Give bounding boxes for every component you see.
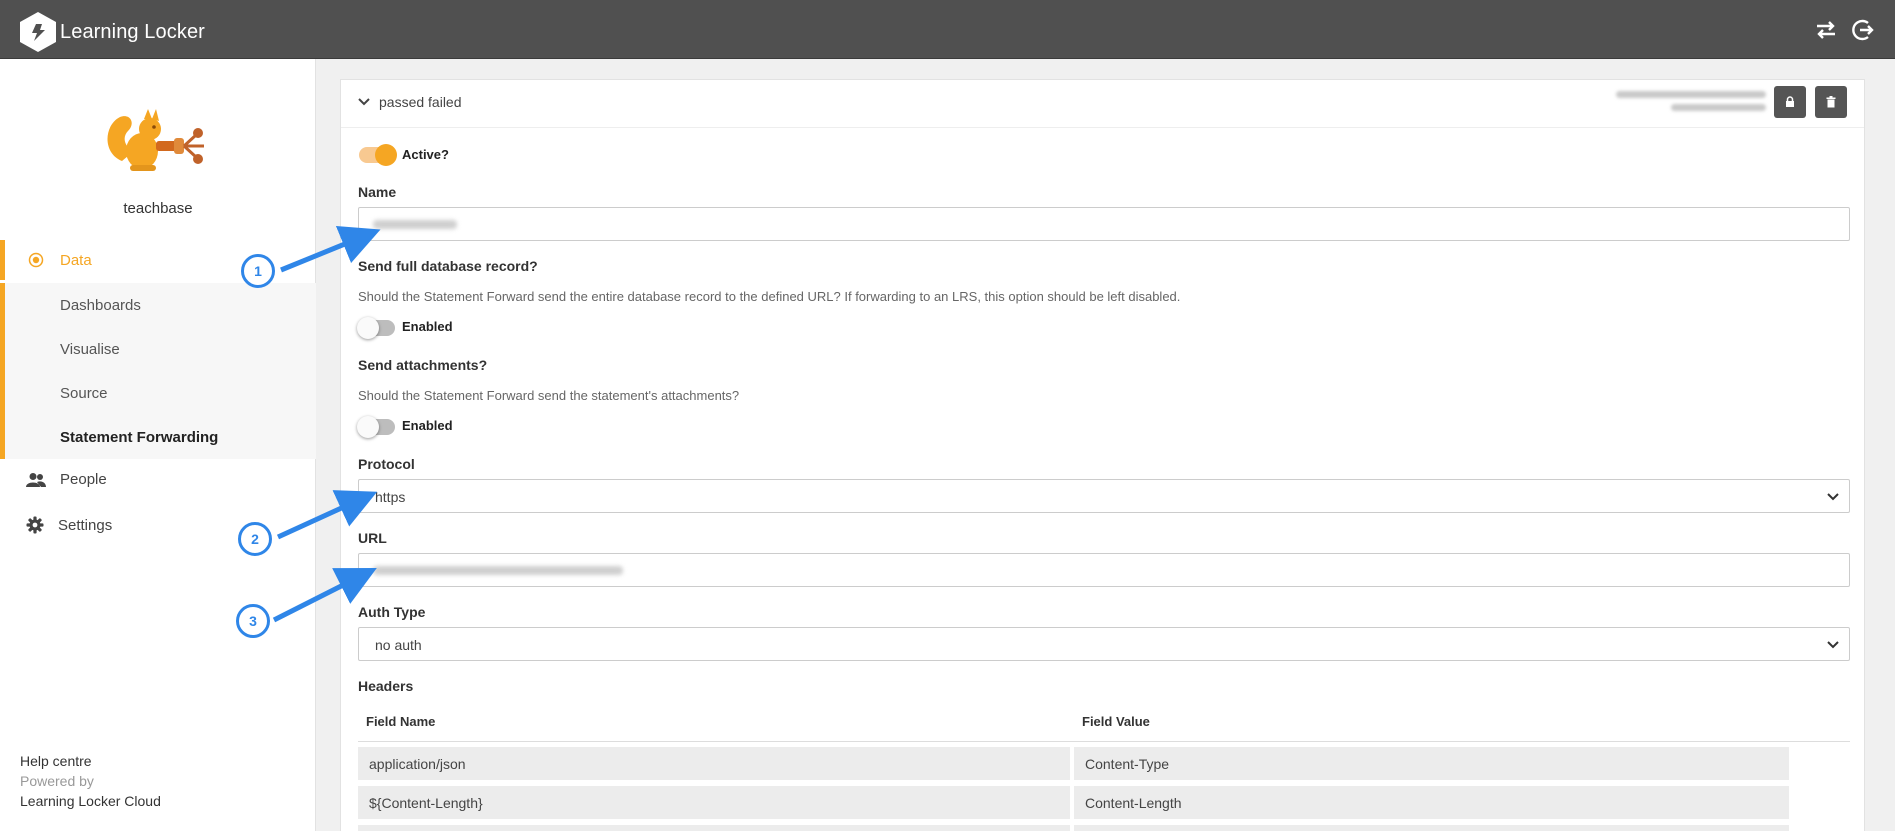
redacted-owner <box>1616 91 1766 98</box>
app-title: Learning Locker <box>60 20 205 43</box>
sidebar-item-label: Settings <box>58 516 113 534</box>
url-input[interactable] <box>358 553 1850 587</box>
learning-locker-logo-icon <box>20 12 56 52</box>
auth-type-select[interactable]: no auth <box>358 627 1850 661</box>
send-attachments-toggle[interactable] <box>357 416 395 438</box>
url-label: URL <box>358 530 387 546</box>
people-icon <box>26 472 46 487</box>
column-header-field-name: Field Name <box>366 714 436 729</box>
sidebar-item-settings[interactable]: Settings <box>26 516 112 534</box>
sidebar-item-label: Source <box>60 384 108 402</box>
header-field-value-cell[interactable]: Content-Length <box>1074 786 1789 819</box>
send-attachments-label: Send attachments? <box>358 357 488 373</box>
organisation-name: teachbase <box>123 200 193 217</box>
toggle-knob <box>357 416 379 438</box>
header-field-name-cell[interactable]: ${Content-Length} <box>358 786 1070 819</box>
swap-icon[interactable] <box>1812 16 1840 44</box>
sidebar-item-label: Data <box>60 251 92 269</box>
lock-icon <box>1786 96 1794 107</box>
annotation-badge-2: 2 <box>238 522 272 556</box>
chevron-down-icon[interactable] <box>358 96 370 108</box>
sidebar: teachbase Data Dashboards Visualise Sour… <box>0 59 316 831</box>
sidebar-item-source[interactable]: Source <box>0 371 316 415</box>
name-label: Name <box>358 184 397 200</box>
auth-type-value: no auth <box>375 637 422 653</box>
sidebar-item-dashboards[interactable]: Dashboards <box>0 283 316 327</box>
sidebar-item-visualise[interactable]: Visualise <box>0 327 316 371</box>
redacted-date <box>1671 104 1766 111</box>
send-attachments-toggle-label: Enabled <box>402 418 453 433</box>
protocol-select[interactable]: https <box>358 479 1850 513</box>
top-bar: Learning Locker <box>0 0 1895 59</box>
brand[interactable]: Learning Locker <box>18 10 205 54</box>
active-label: Active? <box>402 147 449 162</box>
learning-locker-cloud-link[interactable]: Learning Locker Cloud <box>20 791 161 811</box>
panel-title: passed failed <box>379 94 462 110</box>
protocol-label: Protocol <box>358 456 415 472</box>
panel-header[interactable]: passed failed <box>341 80 1864 128</box>
header-field-value-cell[interactable]: Content-Type <box>1074 747 1789 780</box>
send-full-record-label: Send full database record? <box>358 258 538 274</box>
protocol-value: https <box>375 489 406 505</box>
column-header-field-value: Field Value <box>1082 714 1150 729</box>
sidebar-item-people[interactable]: People <box>26 471 107 488</box>
toggle-knob <box>357 317 379 339</box>
header-field-name-cell[interactable]: application/json <box>358 747 1070 780</box>
send-full-record-toggle-label: Enabled <box>402 319 453 334</box>
radio-icon <box>28 252 44 268</box>
active-toggle[interactable] <box>359 144 397 166</box>
sidebar-footer: Help centre Powered by Learning Locker C… <box>20 751 161 811</box>
redacted-name-value <box>373 220 457 229</box>
annotation-badge-3: 3 <box>236 604 270 638</box>
logout-icon[interactable] <box>1848 16 1876 44</box>
sidebar-item-label: Statement Forwarding <box>60 428 219 446</box>
sidebar-item-statement-forwarding[interactable]: Statement Forwarding <box>0 415 316 459</box>
squirrel-logo-icon <box>107 109 204 171</box>
headers-label: Headers <box>358 678 414 694</box>
send-attachments-help: Should the Statement Forward send the st… <box>358 388 740 403</box>
chevron-down-icon <box>1827 493 1839 501</box>
auth-type-label: Auth Type <box>358 604 426 620</box>
sidebar-item-label: People <box>60 471 107 488</box>
lock-button[interactable] <box>1774 86 1806 118</box>
sidebar-item-label: Dashboards <box>60 296 141 314</box>
sidebar-item-label: Visualise <box>60 340 120 358</box>
send-full-record-help: Should the Statement Forward send the en… <box>358 289 1181 304</box>
trash-icon <box>1826 96 1836 108</box>
redacted-url-value <box>373 566 623 575</box>
chevron-down-icon <box>1827 641 1839 649</box>
powered-by-text: Powered by <box>20 773 94 789</box>
toggle-knob <box>375 144 397 166</box>
name-input[interactable] <box>358 207 1850 241</box>
gear-icon <box>26 516 44 534</box>
help-centre-link[interactable]: Help centre <box>20 751 161 771</box>
header-field-name-cell[interactable] <box>358 825 1070 831</box>
send-full-record-toggle[interactable] <box>357 317 395 339</box>
delete-button[interactable] <box>1815 86 1847 118</box>
statement-forward-panel: passed failed Active? Name Send full dat… <box>340 79 1865 831</box>
header-field-value-cell[interactable] <box>1074 825 1789 831</box>
table-divider <box>358 741 1850 742</box>
annotation-badge-1: 1 <box>241 254 275 288</box>
